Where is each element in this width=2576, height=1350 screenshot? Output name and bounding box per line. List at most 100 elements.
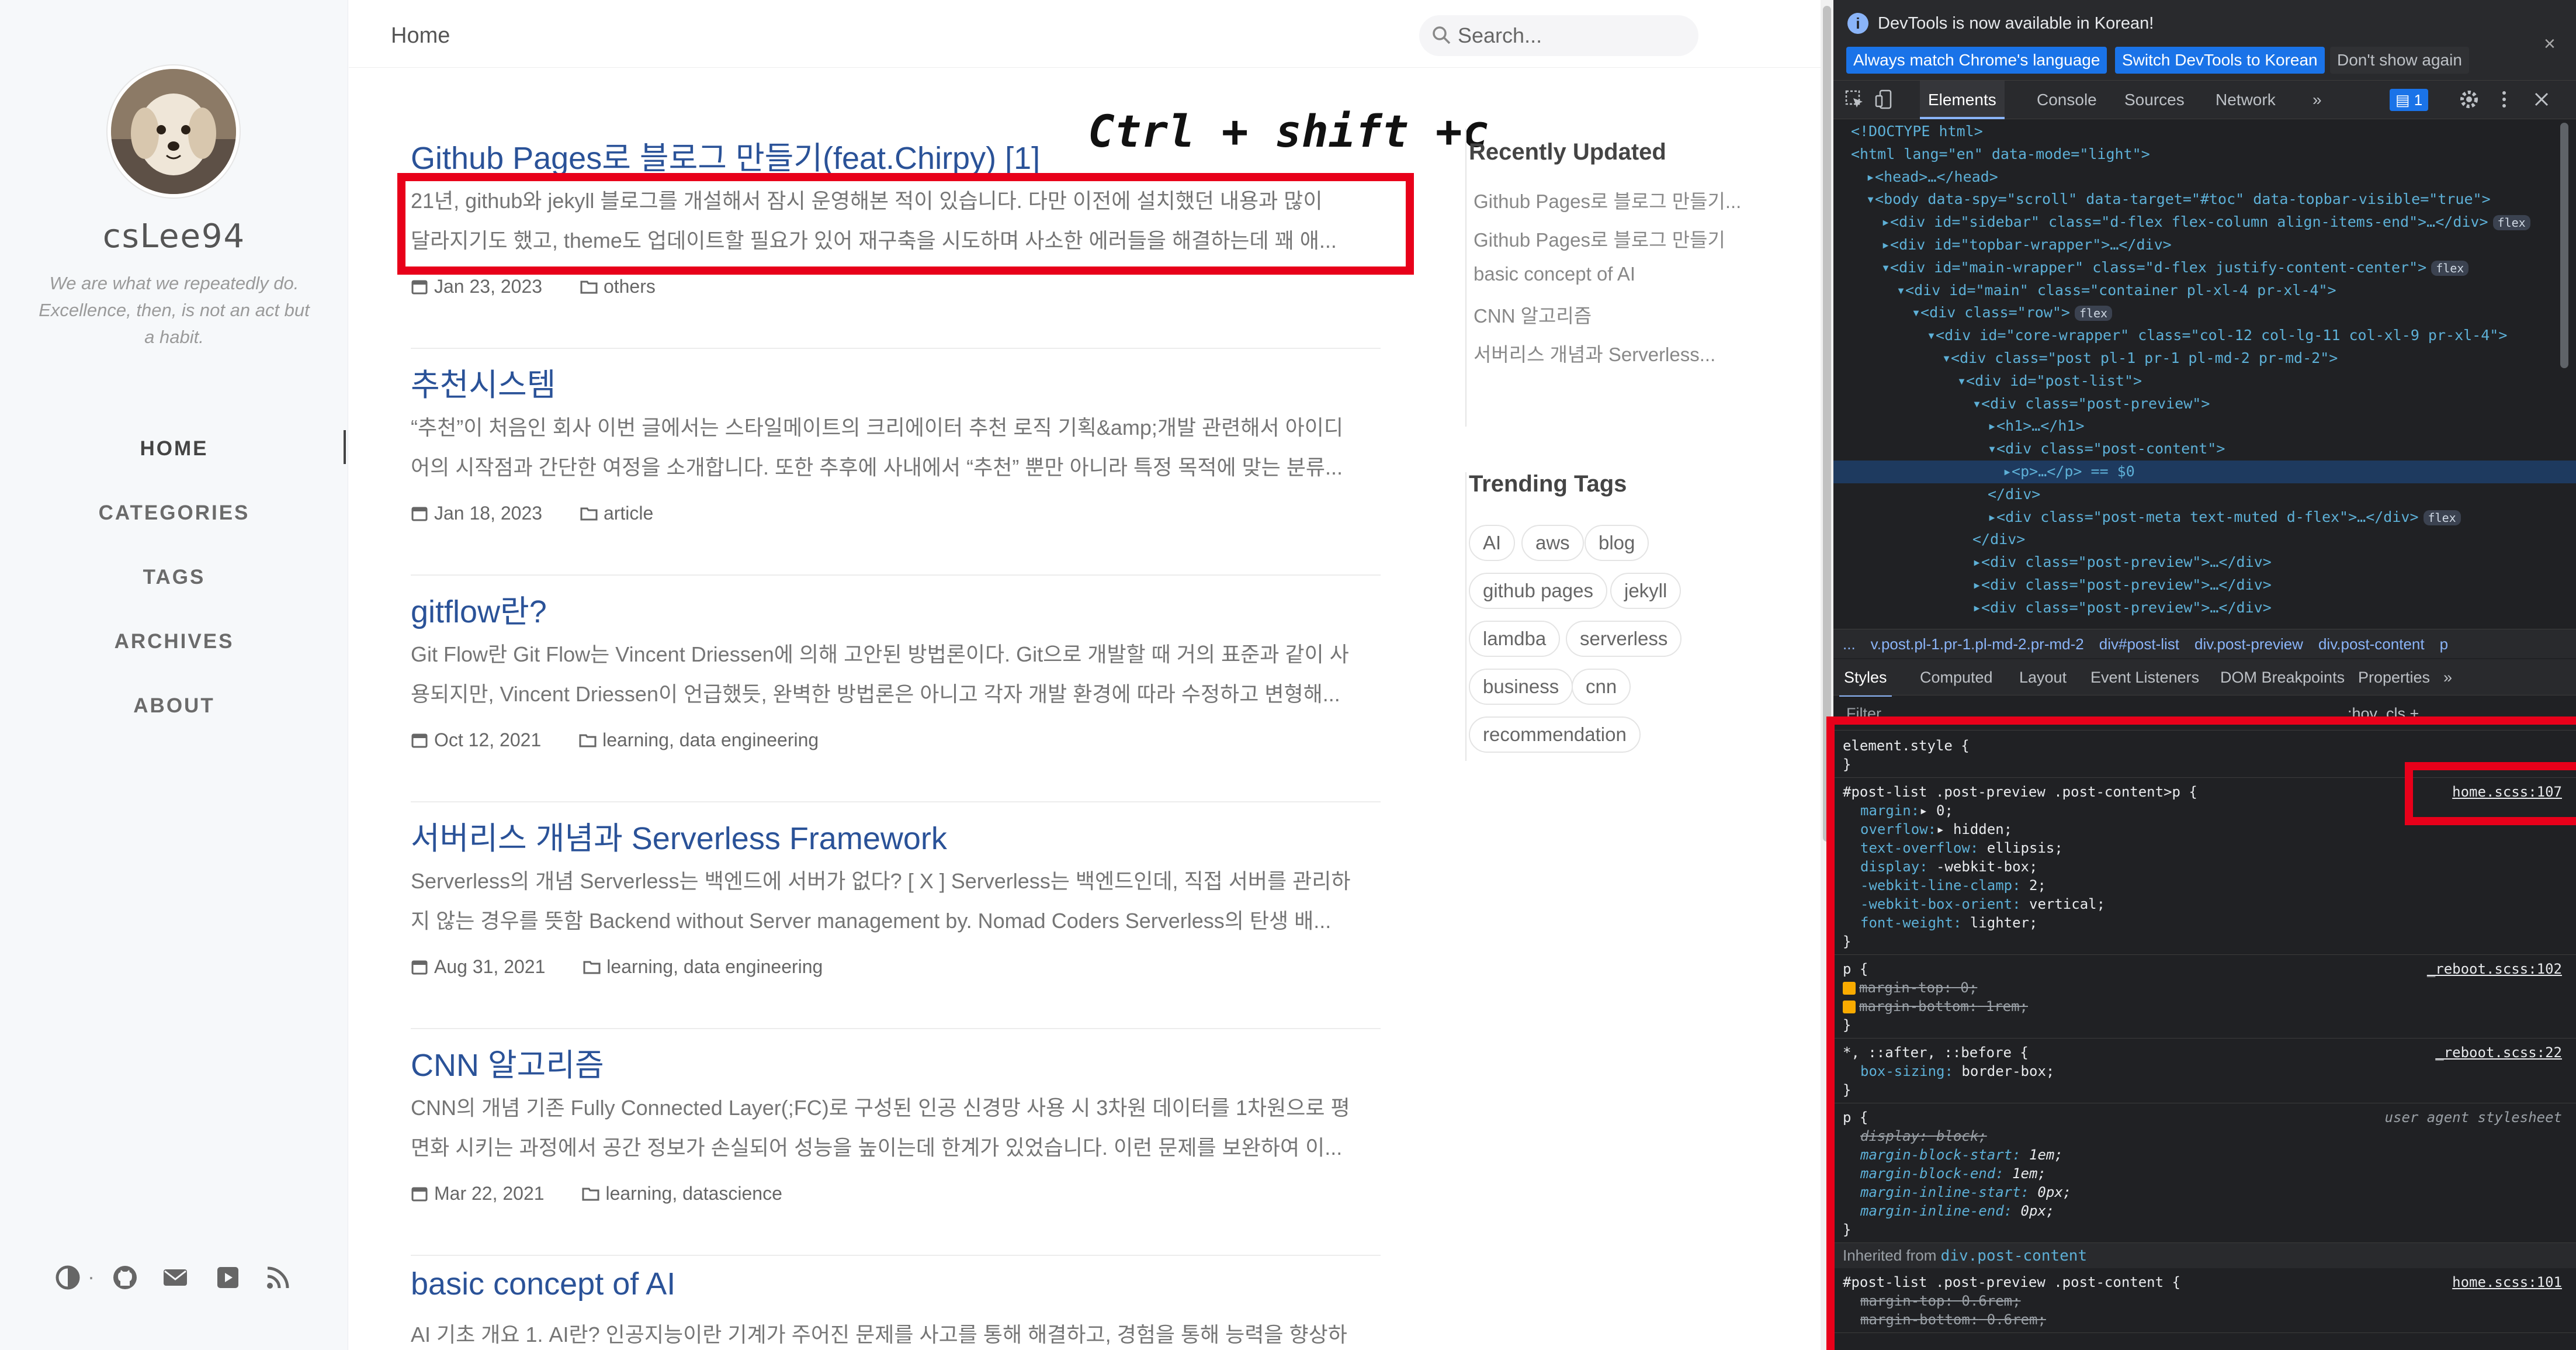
tab-elements[interactable]: Elements <box>1920 81 2005 119</box>
dom-tree[interactable]: <!DOCTYPE html> <html lang="en" data-mode… <box>1833 120 2576 629</box>
post-category[interactable]: learning, datascience <box>605 1183 782 1204</box>
flex-badge[interactable]: flex <box>2423 510 2461 525</box>
post-category[interactable]: article <box>604 503 653 524</box>
post-category[interactable]: learning, data engineering <box>602 729 819 750</box>
tag-pill[interactable]: jekyll <box>1610 573 1681 609</box>
tag-pill[interactable]: serverless <box>1566 621 1682 657</box>
dom-node-line[interactable]: ▸<head>…</head> <box>1833 166 2576 189</box>
match-language-button[interactable]: Always match Chrome's language <box>1846 47 2107 74</box>
breadcrumb[interactable]: Home <box>391 23 450 49</box>
tag-pill[interactable]: cnn <box>1572 669 1631 705</box>
recent-link[interactable]: basic concept of AI <box>1474 263 1635 285</box>
dom-node-line[interactable]: ▸<div id="sidebar" class="d-flex flex-co… <box>1833 211 2576 234</box>
post-title[interactable]: 추천시스템 <box>411 359 556 405</box>
gear-icon[interactable] <box>2459 89 2480 110</box>
dom-node-line[interactable]: ▸<div class="post-meta text-muted d-flex… <box>1833 506 2576 529</box>
dom-node-line[interactable]: ▾<div id="post-list"> <box>1833 370 2576 393</box>
nav-archives[interactable]: ARCHIVES <box>0 630 348 653</box>
nav-home[interactable]: HOME <box>0 437 348 461</box>
dom-node-line[interactable]: <!DOCTYPE html> <box>1833 120 2576 143</box>
post-title[interactable]: basic concept of AI <box>411 1266 675 1302</box>
dom-node-line[interactable]: </div> <box>1833 528 2576 551</box>
dom-breadcrumb-item[interactable]: div#post-list <box>2099 635 2179 653</box>
tab-properties[interactable]: Properties <box>2353 659 2435 695</box>
linkedin-icon[interactable] <box>214 1264 242 1292</box>
dom-tree-scrollbar[interactable] <box>2560 123 2568 368</box>
dom-breadcrumb-item[interactable]: v.post.pl-1.pr-1.pl-md-2.pr-md-2 <box>1871 635 2084 653</box>
post-preview[interactable]: gitflow란? Git Flow란 Git Flow는 Vincent Dr… <box>411 576 1381 802</box>
switch-korean-button[interactable]: Switch DevTools to Korean <box>2115 47 2325 74</box>
tag-pill[interactable]: aws <box>1521 525 1584 561</box>
github-icon[interactable] <box>111 1264 139 1292</box>
post-preview[interactable]: 서버리스 개념과 Serverless Framework Serverless… <box>411 803 1381 1029</box>
dom-node-line[interactable]: ▸<h1>…</h1> <box>1833 415 2576 438</box>
rss-icon[interactable] <box>264 1264 292 1292</box>
tag-pill[interactable]: lamdba <box>1469 621 1561 657</box>
search-input[interactable] <box>1458 22 1686 49</box>
dom-node-line[interactable]: ▾<div class="post-preview"> <box>1833 393 2576 416</box>
dom-node-line[interactable]: ▾<div id="main" class="container pl-xl-4… <box>1833 279 2576 302</box>
dom-node-line[interactable]: ▾<div id="main-wrapper" class="d-flex ju… <box>1833 257 2576 279</box>
dom-node-line[interactable]: ▾<div class="row"> flex <box>1833 302 2576 324</box>
post-category[interactable]: others <box>604 276 656 297</box>
dom-node-line[interactable]: ▾<div class="post pl-1 pr-1 pl-md-2 pr-m… <box>1833 347 2576 370</box>
recent-link[interactable]: CNN 알고리즘 <box>1474 300 1592 328</box>
close-devtools-icon[interactable] <box>2531 89 2552 110</box>
post-title[interactable]: Github Pages로 블로그 만들기(feat.Chirpy) [1] <box>411 132 1040 178</box>
flex-badge[interactable]: flex <box>2431 260 2469 276</box>
post-title[interactable]: gitflow란? <box>411 586 547 632</box>
dom-breadcrumb-item[interactable]: div.post-content <box>2318 635 2425 653</box>
post-preview[interactable]: CNN 알고리즘 CNN의 개념 기존 Fully Connected Laye… <box>411 1030 1381 1256</box>
inspect-element-icon[interactable] <box>1844 89 1865 110</box>
dont-show-again-button[interactable]: Don't show again <box>2330 47 2469 74</box>
tab-sources[interactable]: Sources <box>2116 81 2193 119</box>
post-preview[interactable]: 추천시스템 “추천”이 처음인 회사 이번 글에서는 스타일메이트의 크리에이터… <box>411 349 1381 576</box>
dom-node-line[interactable]: ▸<div class="post-preview">…</div> <box>1833 574 2576 597</box>
dom-node-line[interactable]: ▸<div class="post-preview">…</div> <box>1833 597 2576 619</box>
tab-more-styles[interactable]: » <box>2439 659 2457 695</box>
dom-breadcrumb-item[interactable]: p <box>2440 635 2448 653</box>
recent-link[interactable]: 서버리스 개념과 Serverless... <box>1474 339 1715 367</box>
nav-categories[interactable]: CATEGORIES <box>0 501 348 525</box>
tab-computed[interactable]: Computed <box>1915 659 1998 695</box>
dom-node-line[interactable]: ▾<div class="post-content"> <box>1833 438 2576 461</box>
tab-event-listeners[interactable]: Event Listeners <box>2086 659 2204 695</box>
theme-toggle-icon[interactable] <box>54 1264 82 1292</box>
post-title[interactable]: CNN 알고리즘 <box>411 1039 604 1085</box>
post-preview[interactable]: basic concept of AI AI 기초 개요 1. AI란? 인공지… <box>411 1256 1381 1350</box>
recent-link[interactable]: Github Pages로 블로그 만들기 <box>1474 224 1725 252</box>
tag-pill[interactable]: business <box>1469 669 1573 705</box>
more-options-icon[interactable] <box>2494 89 2515 110</box>
tab-network[interactable]: Network <box>2207 81 2284 119</box>
flex-badge[interactable]: flex <box>2492 215 2530 231</box>
tab-layout[interactable]: Layout <box>2015 659 2071 695</box>
avatar[interactable] <box>111 69 236 194</box>
mail-icon[interactable] <box>161 1264 189 1292</box>
device-toolbar-icon[interactable] <box>1874 89 1895 110</box>
tag-pill[interactable]: AI <box>1469 525 1516 561</box>
dom-node-line[interactable]: ▾<body data-spy="scroll" data-target="#t… <box>1833 188 2576 211</box>
post-category[interactable]: learning, data engineering <box>606 956 823 977</box>
dom-breadcrumb-item[interactable]: div.post-preview <box>2194 635 2303 653</box>
dom-node-line[interactable]: </div> <box>1833 483 2576 506</box>
tag-pill[interactable]: github pages <box>1469 573 1607 609</box>
flex-badge[interactable]: flex <box>2074 306 2113 321</box>
search-box[interactable] <box>1419 15 1698 56</box>
dom-node-line[interactable]: <html lang="en" data-mode="light"> <box>1833 143 2576 166</box>
site-title[interactable]: csLee94 <box>0 217 348 255</box>
issues-badge[interactable]: ▤ 1 <box>2390 89 2429 111</box>
dom-node-line[interactable]: ▸<div class="post-preview">…</div> <box>1833 551 2576 574</box>
tab-more[interactable]: » <box>2304 81 2330 119</box>
post-title[interactable]: 서버리스 개념과 Serverless Framework <box>411 812 947 859</box>
recent-link[interactable]: Github Pages로 블로그 만들기... <box>1474 186 1741 214</box>
tag-pill[interactable]: blog <box>1585 525 1649 561</box>
nav-about[interactable]: ABOUT <box>0 694 348 718</box>
tab-styles[interactable]: Styles <box>1839 659 1892 698</box>
dom-node-line[interactable]: ▸<div id="topbar-wrapper">…</div> <box>1833 234 2576 257</box>
dom-breadcrumb-item[interactable]: ... <box>1843 635 1856 653</box>
tag-pill[interactable]: recommendation <box>1469 716 1641 753</box>
nav-tags[interactable]: TAGS <box>0 566 348 589</box>
tab-dom-breakpoints[interactable]: DOM Breakpoints <box>2216 659 2349 695</box>
tab-console[interactable]: Console <box>2029 81 2105 119</box>
dom-node-line[interactable]: ▾<div id="core-wrapper" class="col-12 co… <box>1833 324 2576 347</box>
